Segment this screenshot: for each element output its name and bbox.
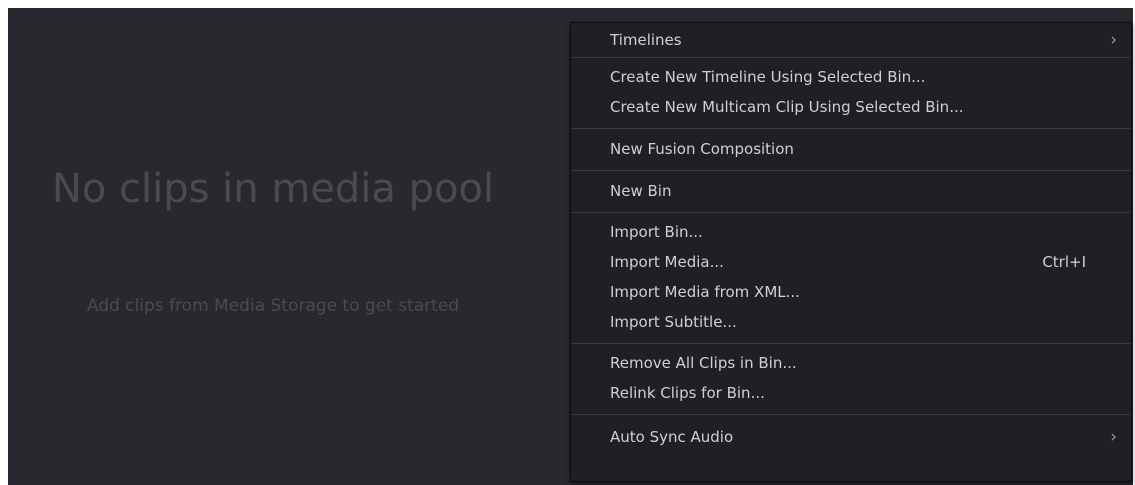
- menu-item-remove-all[interactable]: Remove All Clips in Bin...: [571, 348, 1131, 378]
- empty-state-subtitle: Add clips from Media Storage to get star…: [86, 296, 460, 316]
- menu-item-create-timeline[interactable]: Create New Timeline Using Selected Bin..…: [571, 62, 1131, 92]
- menu-item-label: Timelines: [610, 31, 682, 49]
- menu-item-import-xml[interactable]: Import Media from XML...: [571, 277, 1131, 307]
- menu-item-import-subtitle[interactable]: Import Subtitle...: [571, 307, 1131, 337]
- menu-item-label: Import Media...: [610, 253, 724, 271]
- chevron-right-icon: ›: [1110, 427, 1117, 447]
- menu-group-create: Create New Timeline Using Selected Bin..…: [571, 58, 1131, 128]
- menu-item-import-media[interactable]: Import Media... Ctrl+I: [571, 247, 1131, 277]
- menu-item-auto-sync-audio[interactable]: Auto Sync Audio ›: [571, 415, 1131, 459]
- menu-item-new-fusion[interactable]: New Fusion Composition: [571, 129, 1131, 170]
- menu-item-label: Auto Sync Audio: [610, 428, 734, 446]
- context-menu: Timelines › Create New Timeline Using Se…: [570, 22, 1132, 482]
- shortcut-label: Ctrl+I: [1042, 253, 1086, 271]
- screen: No clips in media pool Add clips from Me…: [0, 0, 1135, 485]
- menu-item-timelines[interactable]: Timelines ›: [571, 23, 1131, 57]
- menu-item-new-bin[interactable]: New Bin: [571, 171, 1131, 212]
- menu-group-import: Import Bin... Import Media... Ctrl+I Imp…: [571, 213, 1131, 343]
- menu-item-import-bin[interactable]: Import Bin...: [571, 217, 1131, 247]
- chevron-right-icon: ›: [1110, 30, 1117, 50]
- menu-item-relink[interactable]: Relink Clips for Bin...: [571, 378, 1131, 408]
- menu-item-create-multicam[interactable]: Create New Multicam Clip Using Selected …: [571, 92, 1131, 122]
- menu-group-clips: Remove All Clips in Bin... Relink Clips …: [571, 344, 1131, 414]
- empty-state-title: No clips in media pool: [51, 166, 495, 212]
